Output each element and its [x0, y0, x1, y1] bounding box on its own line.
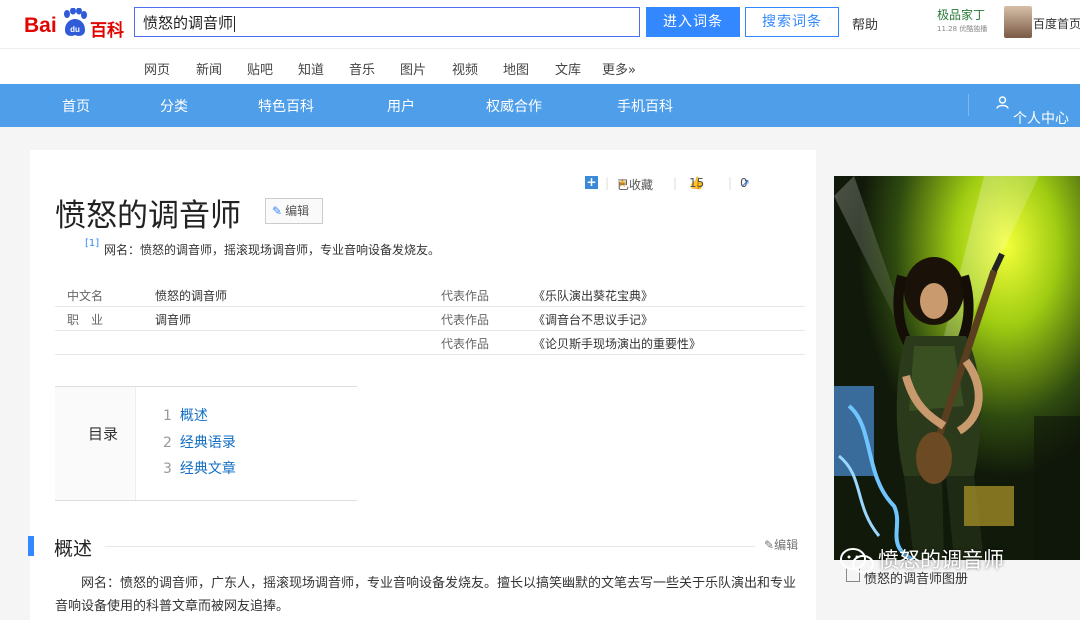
section-paragraph: 网名：愤怒的调音师，广东人，摇滚现场调音师，专业音响设备发烧友。擅长以搞笑幽默的… — [55, 576, 797, 614]
section-marker — [28, 536, 34, 556]
mainnav-users[interactable]: 用户 — [387, 96, 415, 116]
info-value: 《乐队演出葵花宝典》 — [533, 289, 654, 303]
concert-photo — [834, 176, 1080, 560]
search-input-value: 愤怒的调音师 — [143, 14, 234, 32]
summary-text: 网名：愤怒的调音师，摇滚现场调音师，专业音响设备发烧友。 — [104, 243, 441, 257]
info-value: 《论贝斯手现场演出的重要性》 — [533, 337, 702, 351]
section-edit-button[interactable]: ✎编辑 — [764, 536, 798, 553]
user-icon — [996, 96, 1009, 109]
action-divider: | — [605, 176, 610, 190]
promo-avatar-image[interactable] — [1004, 6, 1032, 38]
search-type-nav: 网页 新闻 贴吧 知道 音乐 图片 视频 地图 文库 更多» — [0, 48, 1080, 85]
paw-icon: du — [64, 8, 87, 36]
pencil-icon: ✎ — [272, 204, 283, 218]
subnav-news[interactable]: 新闻 — [196, 59, 222, 78]
user-center-link[interactable]: 个人中心 — [996, 96, 1069, 127]
enter-entry-button[interactable]: 进入词条 — [646, 7, 740, 37]
info-value: 调音师 — [155, 313, 192, 327]
top-bar: Bai du 百科 愤怒的调音师 进入词条 搜索词条 帮助 极品家丁 11.28… — [0, 0, 1080, 48]
info-row: 代表作品 《论贝斯手现场演出的重要性》 — [55, 330, 805, 355]
toc-item[interactable]: 2 经典语录 — [163, 432, 236, 452]
info-row: 中文名 愤怒的调音师 代表作品 《乐队演出葵花宝典》 — [55, 282, 805, 307]
favorite-label: 已收藏 — [617, 178, 654, 192]
promo-subtitle: 11.28 优酷独播 — [937, 25, 988, 33]
subnav-more[interactable]: 更多» — [602, 59, 636, 78]
subnav-tieba[interactable]: 贴吧 — [247, 59, 273, 78]
toc-item-number: 3 — [163, 461, 172, 477]
wechat-watermark: 愤怒的调音师 — [840, 544, 1004, 574]
subnav-images[interactable]: 图片 — [400, 59, 426, 78]
action-divider: | — [728, 176, 733, 190]
search-entry-button[interactable]: 搜索词条 — [745, 7, 839, 37]
subnav-map[interactable]: 地图 — [503, 59, 529, 78]
table-of-contents: 目录 1 概述 2 经典语录 3 经典文章 — [55, 386, 357, 501]
article-photo[interactable] — [834, 176, 1080, 560]
article-title: 愤怒的调音师 — [55, 198, 241, 234]
watermark-text: 愤怒的调音师 — [878, 548, 1004, 572]
mainnav-category[interactable]: 分类 — [160, 96, 188, 116]
toc-item-text: 经典语录 — [179, 435, 236, 451]
share-count: 0 — [740, 176, 748, 190]
action-divider: | — [673, 176, 678, 190]
info-value: 愤怒的调音师 — [155, 289, 228, 303]
info-value: 《调音台不思议手记》 — [533, 313, 654, 327]
edit-button[interactable]: ✎ 编辑 — [265, 198, 323, 224]
mainnav-mobile[interactable]: 手机百科 — [617, 96, 673, 116]
subnav-zhidao[interactable]: 知道 — [298, 59, 324, 78]
section-divider — [105, 546, 755, 547]
toc-item-text: 概述 — [179, 408, 208, 424]
main-nav: 首页 分类 特色百科 用户 权威合作 手机百科 个人中心 — [0, 84, 1080, 127]
section-title: 概述 — [54, 538, 93, 560]
promo-banner[interactable]: 极品家丁 11.28 优酷独播 — [937, 6, 987, 34]
baidu-home-link[interactable]: 百度首页 — [1033, 15, 1080, 32]
toc-item[interactable]: 3 经典文章 — [163, 458, 236, 478]
mainnav-featured[interactable]: 特色百科 — [258, 96, 314, 116]
toc-label-box: 目录 — [55, 387, 136, 500]
section-edit-label: 编辑 — [774, 538, 799, 552]
info-key: 代表作品 — [441, 313, 490, 327]
subnav-video[interactable]: 视频 — [452, 59, 478, 78]
help-link[interactable]: 帮助 — [852, 14, 878, 33]
baidu-baike-logo[interactable]: Bai du 百科 — [24, 8, 128, 41]
info-row: 职 业 调音师 代表作品 《调音台不思议手记》 — [55, 306, 805, 331]
search-input[interactable]: 愤怒的调音师 — [134, 7, 640, 37]
logo-bai-text: Bai — [24, 14, 57, 37]
subnav-music[interactable]: 音乐 — [349, 59, 375, 78]
info-key: 中文名 — [67, 289, 104, 303]
logo-baike-text: 百科 — [90, 21, 124, 41]
nav-divider — [968, 94, 969, 116]
toc-item-number: 2 — [163, 435, 172, 451]
toc-item-number: 1 — [163, 408, 172, 424]
add-icon[interactable]: + — [585, 176, 598, 189]
mainnav-partners[interactable]: 权威合作 — [486, 96, 542, 116]
info-key: 职 业 — [67, 313, 104, 327]
subnav-wenku[interactable]: 文库 — [555, 59, 581, 78]
info-key: 代表作品 — [441, 289, 490, 303]
promo-title: 极品家丁 — [937, 8, 986, 22]
user-center-label: 个人中心 — [1013, 111, 1069, 127]
mainnav-home[interactable]: 首页 — [62, 96, 90, 116]
like-count: 15 — [689, 176, 705, 190]
edit-label: 编辑 — [285, 204, 310, 218]
pencil-icon: ✎ — [764, 538, 775, 552]
logo-du-text: du — [70, 25, 80, 34]
toc-item-text: 经典文章 — [179, 461, 236, 477]
info-key: 代表作品 — [441, 337, 490, 351]
wechat-icon — [840, 548, 874, 573]
toc-item[interactable]: 1 概述 — [163, 405, 208, 425]
subnav-web[interactable]: 网页 — [144, 59, 170, 78]
reference-marker[interactable]: [1] — [85, 238, 99, 249]
toc-label: 目录 — [88, 425, 119, 443]
text-caret — [234, 15, 236, 32]
